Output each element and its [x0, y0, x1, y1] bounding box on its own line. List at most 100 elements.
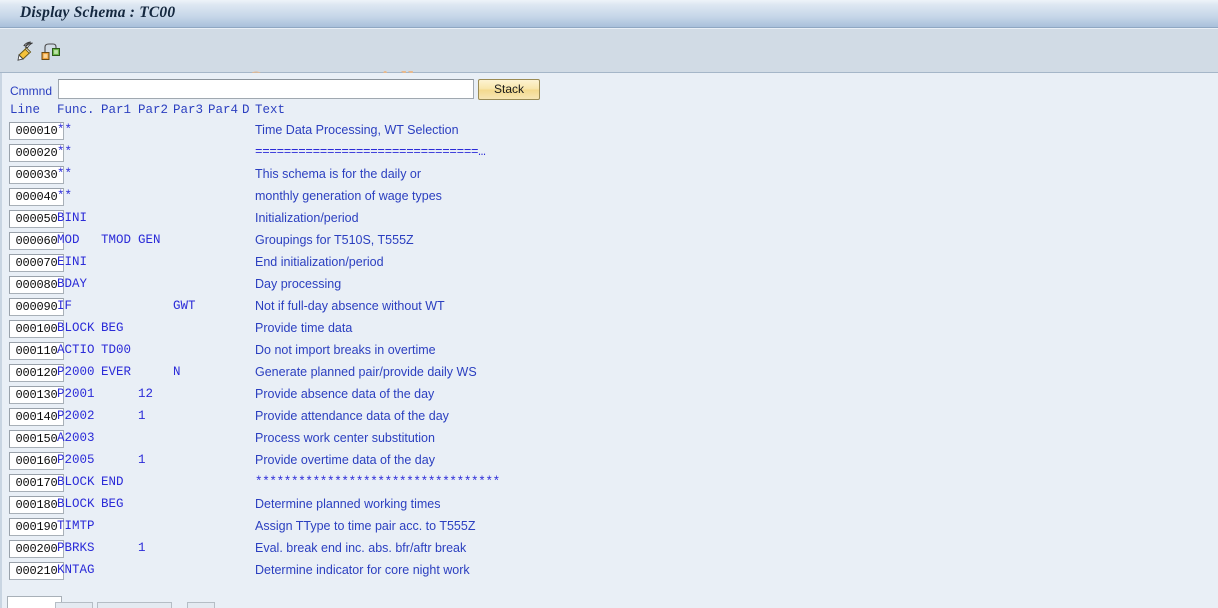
table-row[interactable]: 000200 PBRKS 1 Eval. break end inc. abs. bf…	[2, 539, 1218, 561]
line-number-cell[interactable]: 000140	[9, 408, 64, 426]
cell-func[interactable]: KNTAG	[57, 561, 95, 580]
cell-func[interactable]: PBRKS	[57, 539, 95, 558]
cell-func[interactable]: BINI	[57, 209, 87, 228]
cell-text[interactable]: This schema is for the daily or	[255, 165, 421, 184]
cell-func[interactable]: EINI	[57, 253, 87, 272]
table-row[interactable]: 000070 EINI End initialization/period	[2, 253, 1218, 275]
cell-par2[interactable]: 12	[138, 385, 153, 404]
cell-text[interactable]: Determine indicator for core night work	[255, 561, 470, 580]
cell-func[interactable]: MOD	[57, 231, 80, 250]
cell-func[interactable]: P2005	[57, 451, 95, 470]
line-number-cell[interactable]: 000120	[9, 364, 64, 382]
line-number-cell[interactable]: 000020	[9, 144, 64, 162]
line-number-cell[interactable]: 000080	[9, 276, 64, 294]
cell-par1[interactable]: EVER	[101, 363, 131, 382]
cell-func[interactable]: P2000	[57, 363, 95, 382]
table-row[interactable]: 000080 BDAY Day processing	[2, 275, 1218, 297]
cell-func[interactable]: P2002	[57, 407, 95, 426]
cell-text[interactable]: **********************************	[255, 473, 500, 492]
line-number-cell[interactable]: 000210	[9, 562, 64, 580]
table-row[interactable]: 000170 BLOCK END **************************…	[2, 473, 1218, 495]
cell-par1[interactable]: TD00	[101, 341, 131, 360]
table-row[interactable]: 000190 TIMTP Assign TType to time pair acc…	[2, 517, 1218, 539]
cell-text[interactable]: Provide attendance data of the day	[255, 407, 449, 426]
cell-func[interactable]: ACTIO	[57, 341, 95, 360]
cell-text[interactable]: Provide absence data of the day	[255, 385, 434, 404]
cell-func[interactable]: BLOCK	[57, 319, 95, 338]
cell-par3[interactable]: N	[173, 363, 181, 382]
cell-par1[interactable]: TMOD	[101, 231, 131, 250]
cell-func[interactable]: IF	[57, 297, 72, 316]
line-number-cell[interactable]: 000070	[9, 254, 64, 272]
cell-text[interactable]: Provide overtime data of the day	[255, 451, 435, 470]
cell-text[interactable]: Provide time data	[255, 319, 352, 338]
cell-func[interactable]: **	[57, 121, 72, 140]
table-row[interactable]: 000110 ACTIO TD00 Do not import breaks in o…	[2, 341, 1218, 363]
stack-button[interactable]: Stack	[478, 79, 540, 100]
line-number-cell[interactable]: 000050	[9, 210, 64, 228]
line-number-cell[interactable]: 000060	[9, 232, 64, 250]
cell-func[interactable]: TIMTP	[57, 517, 95, 536]
cell-par2[interactable]: 1	[138, 451, 146, 470]
cell-text[interactable]: Initialization/period	[255, 209, 359, 228]
cell-text[interactable]: Determine planned working times	[255, 495, 441, 514]
table-row[interactable]: 000050 BINI Initialization/period	[2, 209, 1218, 231]
cell-par2[interactable]: GEN	[138, 231, 161, 250]
cell-func[interactable]: P2001	[57, 385, 95, 404]
cell-par1[interactable]: END	[101, 473, 124, 492]
cell-par1[interactable]: BEG	[101, 319, 124, 338]
line-number-cell[interactable]: 000030	[9, 166, 64, 184]
table-row[interactable]: 000130 P2001 12 Provide absence data of the…	[2, 385, 1218, 407]
cell-text[interactable]: Groupings for T510S, T555Z	[255, 231, 414, 250]
cell-text[interactable]: Not if full-day absence without WT	[255, 297, 445, 316]
cell-func[interactable]: **	[57, 165, 72, 184]
cell-text[interactable]: Do not import breaks in overtime	[255, 341, 436, 360]
bottom-button-3-partial[interactable]	[187, 602, 215, 608]
line-number-cell[interactable]: 000150	[9, 430, 64, 448]
command-input[interactable]	[58, 79, 474, 99]
cell-par2[interactable]: 1	[138, 407, 146, 426]
bottom-button-1-partial[interactable]	[55, 602, 93, 608]
table-row[interactable]: 000120 P2000 EVER N Generate planned pair/pr…	[2, 363, 1218, 385]
line-number-cell[interactable]: 000110	[9, 342, 64, 360]
edit-pencil-icon[interactable]	[13, 40, 35, 62]
cell-text[interactable]: End initialization/period	[255, 253, 384, 272]
cell-par3[interactable]: GWT	[173, 297, 196, 316]
cell-func[interactable]: BDAY	[57, 275, 87, 294]
table-row[interactable]: 000140 P2002 1 Provide attendance data of t…	[2, 407, 1218, 429]
line-number-cell[interactable]: 000170	[9, 474, 64, 492]
table-row[interactable]: 000030 ** This schema is for the daily or	[2, 165, 1218, 187]
line-number-cell[interactable]: 000010	[9, 122, 64, 140]
cell-text[interactable]: Time Data Processing, WT Selection	[255, 121, 459, 140]
cell-text[interactable]: Assign TType to time pair acc. to T555Z	[255, 517, 475, 536]
line-number-cell[interactable]: 000130	[9, 386, 64, 404]
line-number-cell[interactable]: 000160	[9, 452, 64, 470]
cell-par2[interactable]: 1	[138, 539, 146, 558]
table-row[interactable]: 000060 MOD TMOD GEN Groupings for T510S, T55…	[2, 231, 1218, 253]
line-number-cell[interactable]: 000090	[9, 298, 64, 316]
cell-text[interactable]: monthly generation of wage types	[255, 187, 442, 206]
cell-func[interactable]: **	[57, 143, 72, 162]
cell-text[interactable]: Day processing	[255, 275, 341, 294]
cell-func[interactable]: BLOCK	[57, 473, 95, 492]
cell-text[interactable]: Process work center substitution	[255, 429, 435, 448]
cell-func[interactable]: BLOCK	[57, 495, 95, 514]
table-row[interactable]: 000100 BLOCK BEG Provide time data	[2, 319, 1218, 341]
line-number-cell[interactable]: 000040	[9, 188, 64, 206]
table-row[interactable]: 000160 P2005 1 Provide overtime data of the…	[2, 451, 1218, 473]
table-row[interactable]: 000090 IF GWT Not if full-day absence witho…	[2, 297, 1218, 319]
line-number-cell[interactable]: 000180	[9, 496, 64, 514]
table-row[interactable]: 000180 BLOCK BEG Determine planned working …	[2, 495, 1218, 517]
cell-func[interactable]: A2003	[57, 429, 95, 448]
line-number-cell[interactable]: 000100	[9, 320, 64, 338]
table-row[interactable]: 000210 KNTAG Determine indicator for core …	[2, 561, 1218, 583]
line-number-cell[interactable]: 000190	[9, 518, 64, 536]
hierarchy-structure-icon[interactable]	[39, 40, 61, 62]
cell-text[interactable]: Eval. break end inc. abs. bfr/aftr break	[255, 539, 466, 558]
table-row[interactable]: 000010 ** Time Data Processing, WT Selecti…	[2, 121, 1218, 143]
bottom-button-2-partial[interactable]	[97, 602, 172, 608]
cell-text[interactable]: Generate planned pair/provide daily WS	[255, 363, 477, 382]
table-row[interactable]: 000040 ** monthly generation of wage types	[2, 187, 1218, 209]
cell-par1[interactable]: BEG	[101, 495, 124, 514]
cell-text[interactable]: ===============================…	[255, 143, 486, 162]
